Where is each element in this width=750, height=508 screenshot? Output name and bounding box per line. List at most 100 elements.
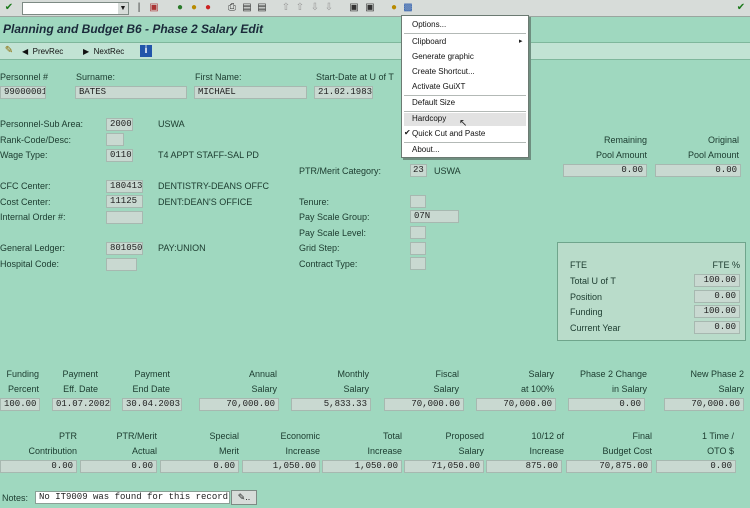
menu-item-default-size[interactable]: Default Size xyxy=(412,98,455,107)
original-label-2: Pool Amount xyxy=(687,150,739,160)
economic-increase-field[interactable]: 1,050.00 xyxy=(242,460,320,473)
ptr-contribution-field[interactable]: 0.00 xyxy=(0,460,77,473)
contract-field[interactable] xyxy=(410,257,426,270)
ptr-category-text: USWA xyxy=(434,166,461,176)
salary-100-field[interactable]: 70,000.00 xyxy=(476,398,556,411)
fte-row-value[interactable]: 0.00 xyxy=(694,321,740,334)
step-label: Grid Step: xyxy=(299,243,340,253)
remaining-field[interactable]: 0.00 xyxy=(563,164,647,177)
firstname-label: First Name: xyxy=(195,72,242,82)
new-session-icon[interactable]: ▣ xyxy=(348,2,360,14)
one-time-oto-field[interactable]: 0.00 xyxy=(656,460,736,473)
help-icon[interactable]: ● xyxy=(388,2,400,14)
fiscal-salary-field[interactable]: 70,000.00 xyxy=(384,398,464,411)
remaining-label-1: Remaining xyxy=(603,135,647,145)
shortcut-icon[interactable]: ▣ xyxy=(364,2,376,14)
previous-page-icon[interactable]: ⇧ xyxy=(294,2,306,14)
level-field[interactable] xyxy=(410,226,426,239)
subarea-field[interactable]: 2000 xyxy=(106,118,133,131)
increase-header: Final xyxy=(632,431,652,441)
menu-item-options[interactable]: Options... xyxy=(412,20,446,29)
tenure-field[interactable] xyxy=(410,195,426,208)
increase-header: Increase xyxy=(529,446,564,456)
command-dropdown-icon[interactable]: ▼ xyxy=(118,3,128,14)
fte-title: FTE xyxy=(570,260,587,270)
proposed-salary-field[interactable]: 71,050.00 xyxy=(404,460,484,473)
menu-item-create-shortcut[interactable]: Create Shortcut... xyxy=(412,67,475,76)
last-page-icon[interactable]: ⇩ xyxy=(323,2,335,14)
menu-item-hardcopy[interactable]: Hardcopy xyxy=(412,114,446,123)
notes-field[interactable]: No IT9009 was found for this record xyxy=(35,491,230,504)
increase-header: Actual xyxy=(131,446,157,456)
menu-item-activate-guixt[interactable]: Activate GuiXT xyxy=(412,82,465,91)
special-merit-field[interactable]: 0.00 xyxy=(160,460,239,473)
startdate-field[interactable]: 21.02.1983 xyxy=(314,86,373,99)
notes-label: Notes: xyxy=(2,493,29,503)
firstname-field[interactable]: MICHAEL xyxy=(194,86,307,99)
prev-record-button[interactable]: ◀ PrevRec xyxy=(22,45,63,58)
gl-text: PAY:UNION xyxy=(158,243,206,253)
next-record-label: NextRec xyxy=(93,47,125,56)
enter-icon[interactable]: ✔ xyxy=(3,2,15,14)
back-icon[interactable]: ● xyxy=(174,2,186,14)
original-field[interactable]: 0.00 xyxy=(655,164,741,177)
info-icon[interactable]: i xyxy=(140,45,152,57)
total-increase-field[interactable]: 1,050.00 xyxy=(322,460,402,473)
funding-header: Eff. Date xyxy=(63,384,98,394)
menu-item-quick-cut-paste[interactable]: Quick Cut and Paste xyxy=(412,129,485,138)
menu-item-clipboard[interactable]: Clipboard xyxy=(412,37,446,46)
funding-percent-field[interactable]: 100.00 xyxy=(0,398,40,411)
phase2-change-field[interactable]: 0.00 xyxy=(568,398,645,411)
personnel-field[interactable]: 99000001 xyxy=(0,86,46,99)
original-label-1: Original xyxy=(707,135,739,145)
personnel-label: Personnel # xyxy=(0,72,49,82)
surname-field[interactable]: BATES xyxy=(75,86,187,99)
fte-row-value[interactable]: 0.00 xyxy=(694,290,740,303)
funding-header: New Phase 2 xyxy=(690,369,744,379)
menu-item-about[interactable]: About... xyxy=(412,145,440,154)
payment-eff-date-field[interactable]: 01.07.2002 xyxy=(52,398,111,411)
mouse-cursor-icon: ↖ xyxy=(459,118,468,129)
first-page-icon[interactable]: ⇧ xyxy=(280,2,292,14)
rank-field[interactable] xyxy=(106,133,124,146)
fte-row-value[interactable]: 100.00 xyxy=(694,274,740,287)
cost-field[interactable]: 11125 xyxy=(106,195,143,208)
exit-icon[interactable]: ● xyxy=(188,2,200,14)
final-budget-cost-field[interactable]: 70,875.00 xyxy=(566,460,652,473)
gl-field[interactable]: 801050 xyxy=(106,242,143,255)
funding-header: Payment xyxy=(62,369,98,379)
save-icon[interactable]: ▣ xyxy=(148,2,160,14)
contract-label: Contract Type: xyxy=(299,259,358,269)
find-icon[interactable]: ▤ xyxy=(241,2,253,14)
order-field[interactable] xyxy=(106,211,143,224)
find-next-icon[interactable]: ▤ xyxy=(256,2,268,14)
notes-edit-button[interactable]: ✎.. xyxy=(231,490,257,505)
new-phase2-salary-field[interactable]: 70,000.00 xyxy=(664,398,744,411)
payment-end-date-field[interactable]: 30.04.2003 xyxy=(122,398,182,411)
monthly-salary-field[interactable]: 5,833.33 xyxy=(291,398,371,411)
next-record-button[interactable]: ▶ NextRec xyxy=(83,45,124,58)
wage-field[interactable]: 0110 xyxy=(106,149,133,162)
cfc-field[interactable]: 180413 xyxy=(106,180,143,193)
group-field[interactable]: 07N xyxy=(410,210,459,223)
ptr-merit-actual-field[interactable]: 0.00 xyxy=(80,460,157,473)
layout-menu-icon[interactable]: ▩ xyxy=(402,2,414,14)
edit-icon[interactable]: ✎ xyxy=(3,45,15,57)
ptr-category-field[interactable]: 23 xyxy=(410,164,427,177)
print-icon[interactable]: ⎙ xyxy=(226,2,238,14)
annual-salary-field[interactable]: 70,000.00 xyxy=(199,398,279,411)
fte-row-value[interactable]: 100.00 xyxy=(694,305,740,318)
step-field[interactable] xyxy=(410,242,426,255)
hosp-field[interactable] xyxy=(106,258,137,271)
funding-header: Phase 2 Change xyxy=(579,369,647,379)
increase-header: 1 Time / xyxy=(701,431,734,441)
next-page-icon[interactable]: ⇩ xyxy=(309,2,321,14)
increase-header: Economic xyxy=(280,431,320,441)
cancel-icon[interactable]: ● xyxy=(202,2,214,14)
menu-item-generate-graphic[interactable]: Generate graphic xyxy=(412,52,474,61)
command-field[interactable]: ▼ xyxy=(22,2,129,15)
increase-header: Merit xyxy=(219,446,239,456)
ten-twelfths-increase-field[interactable]: 875.00 xyxy=(486,460,562,473)
rank-label: Rank-Code/Desc: xyxy=(0,135,72,145)
wage-label: Wage Type: xyxy=(0,150,48,160)
